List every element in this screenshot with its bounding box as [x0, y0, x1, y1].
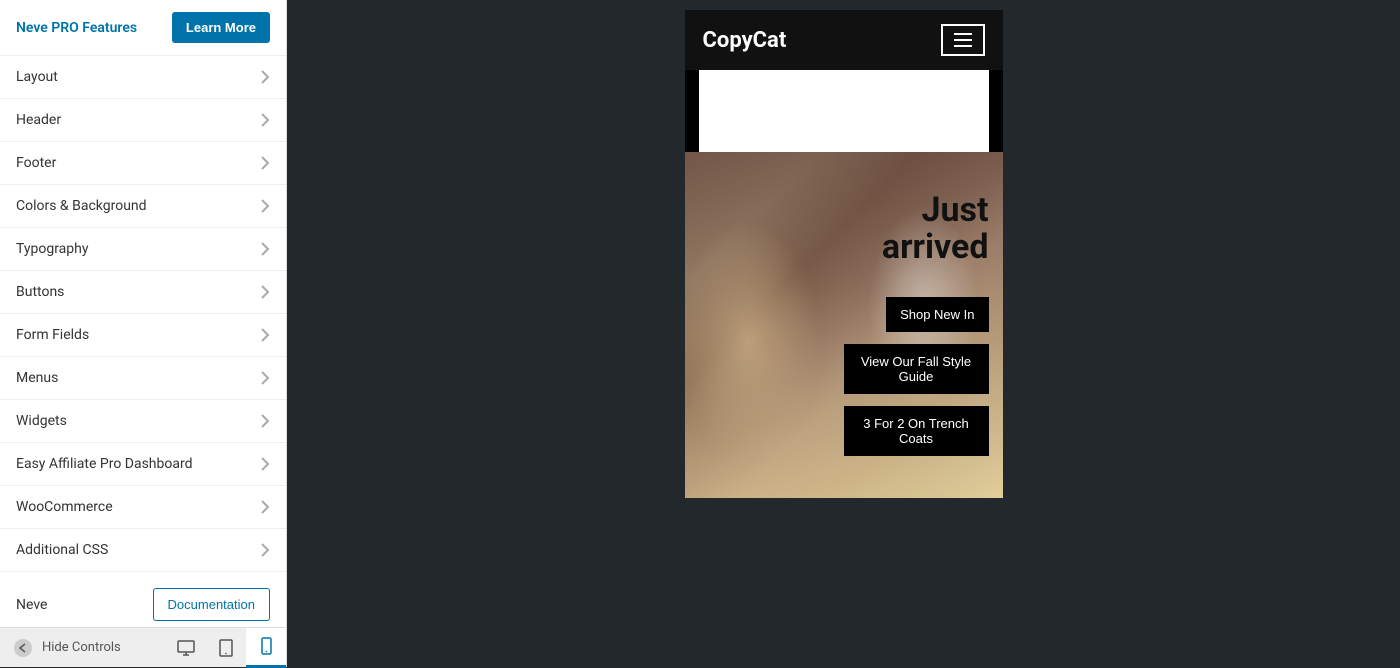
- neve-theme-row: Neve Documentation: [0, 572, 286, 627]
- panel-label: Widgets: [16, 413, 67, 429]
- panel-label: Additional CSS: [16, 542, 108, 558]
- panel-label: Layout: [16, 69, 58, 85]
- chevron-right-icon: [260, 327, 270, 343]
- chevron-right-icon: [260, 112, 270, 128]
- panel-footer[interactable]: Footer: [0, 142, 286, 185]
- hide-controls-label: Hide Controls: [42, 640, 121, 655]
- pro-features-title: Neve PRO Features: [16, 20, 137, 36]
- hide-controls-button[interactable]: Hide Controls: [0, 639, 166, 657]
- menu-toggle-button[interactable]: [941, 24, 985, 56]
- chevron-right-icon: [260, 499, 270, 515]
- panel-label: WooCommerce: [16, 499, 113, 515]
- panel-label: Typography: [16, 241, 88, 257]
- panel-woocommerce[interactable]: WooCommerce: [0, 486, 286, 529]
- chevron-right-icon: [260, 155, 270, 171]
- trench-coats-promo-button[interactable]: 3 For 2 On Trench Coats: [844, 406, 989, 456]
- fall-style-guide-button[interactable]: View Our Fall Style Guide: [844, 344, 989, 394]
- panel-typography[interactable]: Typography: [0, 228, 286, 271]
- chevron-right-icon: [260, 456, 270, 472]
- panel-label: Easy Affiliate Pro Dashboard: [16, 456, 192, 472]
- chevron-right-icon: [260, 542, 270, 558]
- chevron-right-icon: [260, 284, 270, 300]
- device-preview-toggle: [166, 628, 286, 668]
- shop-new-in-button[interactable]: Shop New In: [886, 297, 988, 332]
- panel-layout[interactable]: Layout: [0, 56, 286, 99]
- site-title[interactable]: CopyCat: [703, 28, 787, 53]
- panel-label: Colors & Background: [16, 198, 147, 214]
- neve-label: Neve: [16, 597, 47, 613]
- panel-label: Header: [16, 112, 61, 128]
- mobile-preview-button[interactable]: [246, 628, 286, 668]
- panel-label: Menus: [16, 370, 58, 386]
- learn-more-button[interactable]: Learn More: [172, 12, 270, 43]
- site-header: CopyCat: [685, 10, 1003, 70]
- chevron-right-icon: [260, 370, 270, 386]
- chevron-right-icon: [260, 241, 270, 257]
- panel-easy-affiliate[interactable]: Easy Affiliate Pro Dashboard: [0, 443, 286, 486]
- chevron-right-icon: [260, 198, 270, 214]
- panel-form-fields[interactable]: Form Fields: [0, 314, 286, 357]
- panel-label: Buttons: [16, 284, 64, 300]
- hero-title: Just arrived: [839, 192, 989, 267]
- customizer-panel-list: Layout Header Footer Colors & Background…: [0, 56, 286, 627]
- pro-features-banner: Neve PRO Features Learn More: [0, 0, 286, 56]
- chevron-right-icon: [260, 69, 270, 85]
- customizer-sidebar: Neve PRO Features Learn More Layout Head…: [0, 0, 287, 667]
- documentation-button[interactable]: Documentation: [153, 588, 270, 621]
- chevron-right-icon: [260, 413, 270, 429]
- panel-buttons[interactable]: Buttons: [0, 271, 286, 314]
- panel-widgets[interactable]: Widgets: [0, 400, 286, 443]
- hero-section: Just arrived Shop New In View Our Fall S…: [685, 152, 1003, 498]
- tablet-preview-button[interactable]: [206, 628, 246, 668]
- preview-canvas: CopyCat Just arrived Shop New In View Ou…: [287, 0, 1400, 667]
- panel-colors-background[interactable]: Colors & Background: [0, 185, 286, 228]
- mobile-preview-frame: CopyCat Just arrived Shop New In View Ou…: [685, 10, 1003, 498]
- panel-header[interactable]: Header: [0, 99, 286, 142]
- hamburger-icon: [954, 33, 972, 47]
- content-block: [699, 70, 989, 152]
- desktop-preview-button[interactable]: [166, 628, 206, 668]
- customizer-footer: Hide Controls: [0, 627, 286, 667]
- hero-button-group: Shop New In View Our Fall Style Guide 3 …: [844, 297, 989, 456]
- panel-label: Footer: [16, 155, 56, 171]
- collapse-icon: [14, 639, 32, 657]
- panel-additional-css[interactable]: Additional CSS: [0, 529, 286, 572]
- panel-label: Form Fields: [16, 327, 89, 343]
- panel-menus[interactable]: Menus: [0, 357, 286, 400]
